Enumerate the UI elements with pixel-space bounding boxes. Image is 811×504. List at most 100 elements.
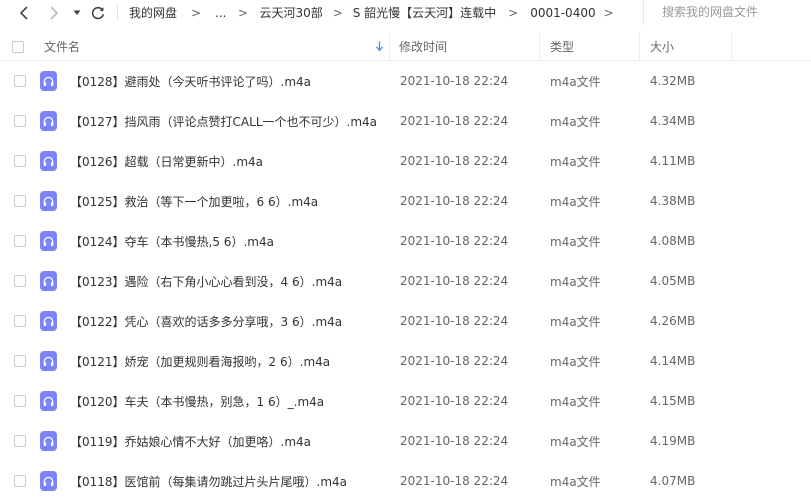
search-box [643, 0, 811, 25]
file-row[interactable]: 【0118】医馆前（每集请勿跳过片头片尾哦）.m4a 2021-10-18 22… [0, 461, 811, 501]
refresh-button[interactable] [88, 0, 108, 25]
file-name[interactable]: 【0119】乔姑娘心情不大好（加更咯）.m4a [70, 421, 390, 461]
row-checkbox[interactable] [14, 115, 26, 127]
breadcrumb-item-root[interactable]: 我的网盘 [129, 4, 177, 21]
file-modified-time: 2021-10-18 22:24 [400, 354, 509, 368]
row-checkbox-cell [14, 261, 28, 301]
file-modified-time: 2021-10-18 22:24 [400, 314, 509, 328]
column-header-size[interactable]: 大小 [640, 32, 732, 61]
search-input[interactable] [662, 3, 808, 21]
file-name[interactable]: 【0120】车夫（本书慢热，别急，1 6）_.m4a [70, 381, 390, 421]
headphones-icon [43, 196, 54, 206]
file-size: 4.38MB [650, 194, 696, 208]
file-icon-cell [40, 101, 58, 141]
back-button[interactable] [14, 0, 34, 25]
headphones-icon [43, 356, 54, 366]
file-name[interactable]: 【0127】挡风雨（评论点赞打CALL一个也不可少）.m4a [70, 101, 390, 141]
headphones-icon [43, 116, 54, 126]
file-size: 4.07MB [650, 474, 696, 488]
file-name[interactable]: 【0123】遇险（右下角小心心看到没，4 6）.m4a [70, 261, 390, 301]
file-icon-cell [40, 141, 58, 181]
audio-file-icon [40, 111, 57, 131]
headphones-icon [43, 316, 54, 326]
audio-file-icon [40, 351, 57, 371]
file-modified-time: 2021-10-18 22:24 [400, 274, 509, 288]
file-name[interactable]: 【0124】夺车（本书慢热,5 6）.m4a [70, 221, 390, 261]
file-icon-cell [40, 381, 58, 421]
audio-file-icon [40, 231, 57, 251]
file-row[interactable]: 【0122】凭心（喜欢的话多多分享哦，3 6）.m4a 2021-10-18 2… [0, 301, 811, 341]
row-checkbox[interactable] [14, 75, 26, 87]
row-checkbox[interactable] [14, 195, 26, 207]
file-size: 4.34MB [650, 114, 696, 128]
file-modified-time: 2021-10-18 22:24 [400, 234, 509, 248]
column-header-name[interactable]: 文件名 [36, 32, 390, 61]
file-type: m4a文件 [550, 274, 601, 289]
file-row[interactable]: 【0125】救治（等下一个加更啦，6 6）.m4a 2021-10-18 22:… [0, 181, 811, 221]
file-icon-cell [40, 341, 58, 381]
file-row[interactable]: 【0120】车夫（本书慢热，别急，1 6）_.m4a 2021-10-18 22… [0, 381, 811, 421]
row-checkbox[interactable] [14, 355, 26, 367]
row-checkbox[interactable] [14, 315, 26, 327]
row-checkbox[interactable] [14, 235, 26, 247]
headphones-icon [43, 236, 54, 246]
headphones-icon [43, 276, 54, 286]
breadcrumb-item-series[interactable]: 云天河30部 [259, 4, 322, 21]
row-checkbox[interactable] [14, 435, 26, 447]
file-type: m4a文件 [550, 434, 601, 449]
breadcrumb-separator: > [603, 5, 614, 20]
audio-file-icon [40, 271, 57, 291]
file-name[interactable]: 【0121】娇宠（加更规则看海报哟，2 6）.m4a [70, 341, 390, 381]
row-checkbox[interactable] [14, 155, 26, 167]
file-row[interactable]: 【0123】遇险（右下角小心心看到没，4 6）.m4a 2021-10-18 2… [0, 261, 811, 301]
file-type: m4a文件 [550, 394, 601, 409]
row-checkbox-cell [14, 61, 28, 101]
history-dropdown-button[interactable] [70, 0, 84, 25]
headphones-icon [43, 396, 54, 406]
column-header-modified[interactable]: 修改时间 [390, 32, 540, 61]
breadcrumb-item-book[interactable]: S 韶光慢【云天河】连载中 [353, 4, 496, 21]
chevron-right-icon [50, 5, 59, 20]
row-checkbox-cell [14, 141, 28, 181]
column-header-type[interactable]: 类型 [540, 32, 640, 61]
breadcrumb-item-ellipsis[interactable]: ... [215, 6, 226, 20]
file-row[interactable]: 【0127】挡风雨（评论点赞打CALL一个也不可少）.m4a 2021-10-1… [0, 101, 811, 141]
file-size: 4.32MB [650, 74, 696, 88]
file-size: 4.08MB [650, 234, 696, 248]
file-type: m4a文件 [550, 154, 601, 169]
audio-file-icon [40, 311, 57, 331]
arrow-down-icon [376, 41, 383, 52]
breadcrumb-separator: > [332, 5, 343, 20]
file-row[interactable]: 【0119】乔姑娘心情不大好（加更咯）.m4a 2021-10-18 22:24… [0, 421, 811, 461]
forward-button[interactable] [44, 0, 64, 25]
file-row[interactable]: 【0126】超载（日常更新中）.m4a 2021-10-18 22:24 m4a… [0, 141, 811, 181]
file-icon-cell [40, 181, 58, 221]
file-name[interactable]: 【0125】救治（等下一个加更啦，6 6）.m4a [70, 181, 390, 221]
file-name[interactable]: 【0118】医馆前（每集请勿跳过片头片尾哦）.m4a [70, 461, 390, 501]
row-checkbox[interactable] [14, 395, 26, 407]
file-modified-time: 2021-10-18 22:24 [400, 114, 509, 128]
file-name[interactable]: 【0126】超载（日常更新中）.m4a [70, 141, 390, 181]
file-name[interactable]: 【0122】凭心（喜欢的话多多分享哦，3 6）.m4a [70, 301, 390, 341]
file-row[interactable]: 【0121】娇宠（加更规则看海报哟，2 6）.m4a 2021-10-18 22… [0, 341, 811, 381]
row-checkbox[interactable] [14, 475, 26, 487]
row-checkbox[interactable] [14, 275, 26, 287]
file-type: m4a文件 [550, 194, 601, 209]
file-row[interactable]: 【0128】避雨处（今天听书评论了吗）.m4a 2021-10-18 22:24… [0, 61, 811, 101]
headphones-icon [43, 476, 54, 486]
column-header: 文件名 修改时间 类型 大小 [0, 32, 811, 61]
breadcrumb-item-current[interactable]: 0001-0400 [530, 6, 595, 20]
headphones-icon [43, 156, 54, 166]
file-icon-cell [40, 221, 58, 261]
row-checkbox-cell [14, 381, 28, 421]
row-checkbox-cell [14, 461, 28, 501]
row-checkbox-cell [14, 341, 28, 381]
row-checkbox-cell [14, 221, 28, 261]
file-modified-time: 2021-10-18 22:24 [400, 434, 509, 448]
file-manager-window: 我的网盘 > ... > 云天河30部 > S 韶光慢【云天河】连载中 > 00… [0, 0, 811, 504]
file-row[interactable]: 【0124】夺车（本书慢热,5 6）.m4a 2021-10-18 22:24 … [0, 221, 811, 261]
file-type: m4a文件 [550, 234, 601, 249]
headphones-icon [43, 436, 54, 446]
select-all-checkbox[interactable] [12, 40, 24, 53]
file-name[interactable]: 【0128】避雨处（今天听书评论了吗）.m4a [70, 61, 390, 101]
